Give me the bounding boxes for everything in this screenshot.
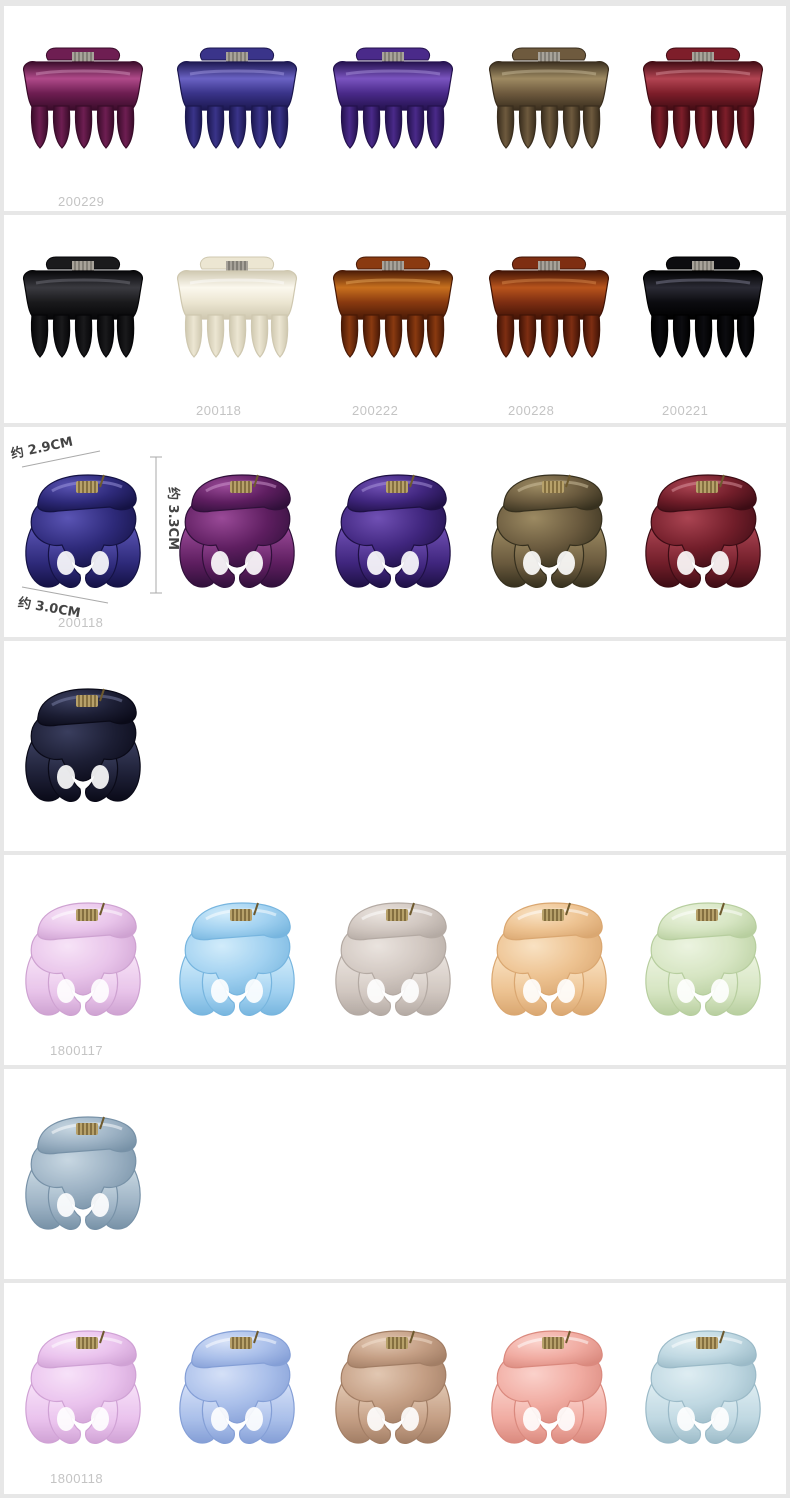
claw-clip-indigo <box>172 36 302 164</box>
product-row-4 <box>4 641 786 851</box>
claw-clip-violet <box>328 36 458 164</box>
claw-clip-glossy-black <box>638 245 768 373</box>
claw-clip-ivory <box>172 245 302 373</box>
claw-clip-magenta <box>18 36 148 164</box>
product-code: 200229 <box>58 194 105 209</box>
octopus-clip-slate-blue <box>18 1109 148 1237</box>
product-code: 200118 <box>196 403 242 418</box>
octopus-clip-mocha <box>328 1323 458 1451</box>
claw-clip-bronze <box>484 36 614 164</box>
dimension-lines <box>21 450 162 604</box>
product-code: 1800117 <box>50 1043 104 1058</box>
octopus-clip-coral <box>484 1323 614 1451</box>
product-code: 1800118 <box>50 1471 104 1486</box>
product-row-7: 1800118 <box>4 1283 786 1494</box>
octopus-clip-lavender-pink <box>18 1323 148 1451</box>
claw-clip-tortoise-amber <box>328 245 458 373</box>
octopus-clip-pink <box>18 895 148 1023</box>
product-image: 200229 200118 200222 200228 200221 20011… <box>0 0 790 1498</box>
claw-clip-tortoise-brown <box>484 245 614 373</box>
product-row-5: 1800117 <box>4 855 786 1065</box>
product-row-2: 200118 200222 200228 200221 <box>4 215 786 423</box>
octopus-clip-taupe <box>328 895 458 1023</box>
claw-clip-black <box>18 245 148 373</box>
octopus-clip-mint <box>638 895 768 1023</box>
dimension-height: 约 3.3CM <box>165 487 180 551</box>
claw-clip-burgundy <box>638 36 768 164</box>
product-row-3: 200118 约 2.9CM 约 3.3CM 约 3.0CM <box>4 427 786 637</box>
octopus-clip-amber <box>484 895 614 1023</box>
product-code: 200222 <box>352 403 399 418</box>
product-row-6 <box>4 1069 786 1279</box>
octopus-clip-periwinkle <box>172 1323 302 1451</box>
octopus-clip-ice-blue <box>638 1323 768 1451</box>
product-code: 200228 <box>508 403 555 418</box>
product-code: 200221 <box>662 403 709 418</box>
product-row-1: 200229 <box>4 6 786 211</box>
octopus-clip-midnight <box>18 681 148 809</box>
octopus-clip-sky-blue <box>172 895 302 1023</box>
